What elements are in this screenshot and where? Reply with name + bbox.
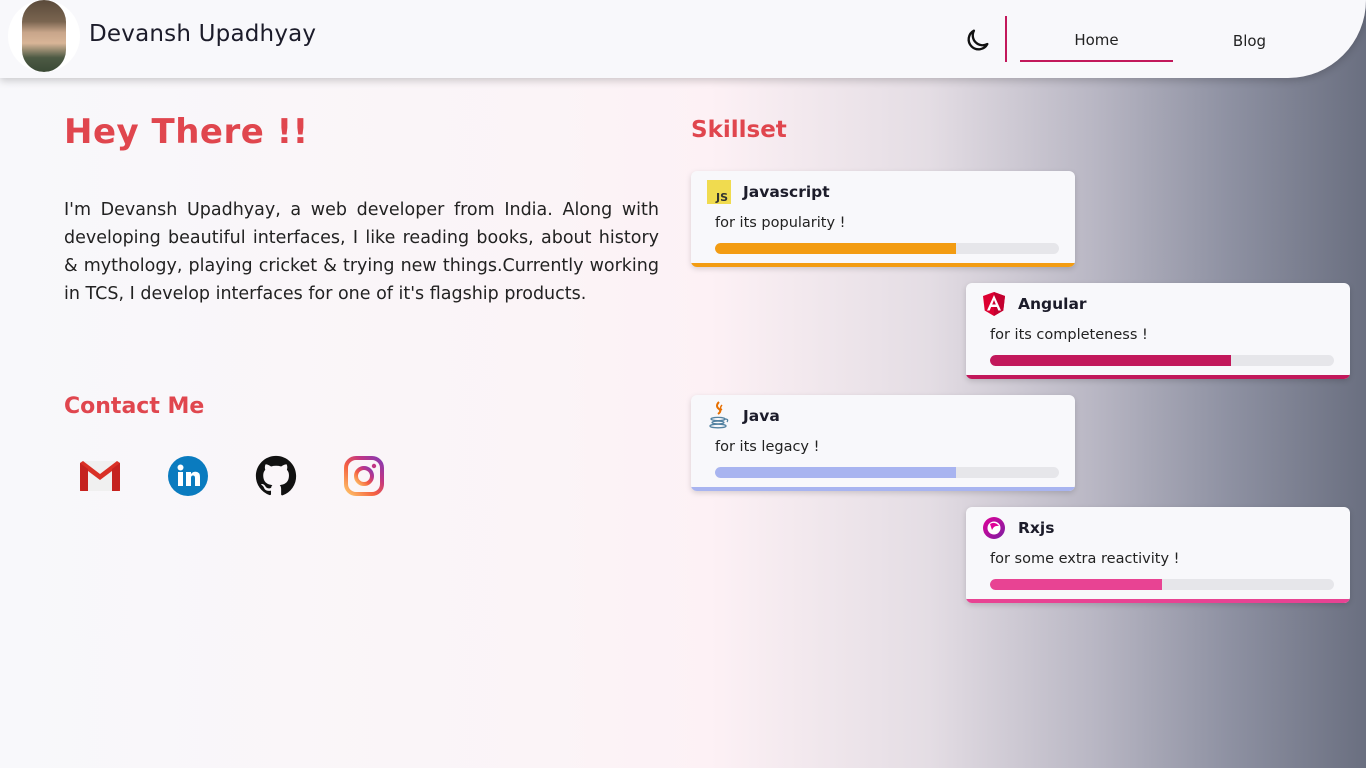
skill-progress-fill	[990, 355, 1231, 366]
linkedin-link[interactable]	[166, 454, 210, 498]
skill-accent-bar	[691, 263, 1075, 267]
skill-progress-fill	[715, 243, 956, 254]
skill-name: Angular	[1018, 295, 1087, 313]
hero-title: Hey There !!	[64, 112, 309, 152]
skill-card-javascript: JS Javascript for its popularity !	[691, 171, 1075, 267]
skill-progress-track	[715, 243, 1059, 254]
top-header: Devansh Upadhyay Home Blog	[0, 0, 1366, 78]
rxjs-icon	[981, 515, 1007, 541]
gmail-link[interactable]	[78, 454, 122, 498]
contact-title: Contact Me	[64, 394, 205, 419]
instagram-icon	[344, 456, 384, 496]
nav-blog[interactable]: Blog	[1173, 20, 1326, 62]
skill-reason: for some extra reactivity !	[990, 551, 1180, 567]
skill-accent-bar	[691, 487, 1075, 491]
linkedin-icon	[168, 456, 208, 496]
profile-photo	[22, 0, 66, 72]
skillset-title: Skillset	[691, 117, 787, 143]
site-owner-name: Devansh Upadhyay	[89, 21, 317, 47]
skill-name: Java	[743, 407, 780, 425]
avatar	[8, 0, 80, 72]
bio-paragraph: I'm Devansh Upadhyay, a web developer fr…	[64, 200, 659, 304]
skill-card-angular: Angular for its completeness !	[966, 283, 1350, 379]
skill-progress-fill	[990, 579, 1162, 590]
gmail-icon	[80, 461, 120, 491]
moon-icon	[967, 29, 989, 51]
java-icon	[706, 401, 732, 429]
svg-text:JS: JS	[715, 191, 728, 204]
github-link[interactable]	[254, 454, 298, 498]
skill-progress-track	[990, 579, 1334, 590]
angular-icon	[981, 291, 1007, 317]
skill-card-java: Java for its legacy !	[691, 395, 1075, 491]
skill-progress-track	[715, 467, 1059, 478]
skill-accent-bar	[966, 375, 1350, 379]
skill-name: Javascript	[743, 183, 830, 201]
javascript-icon: JS	[706, 179, 732, 205]
github-icon	[255, 455, 297, 496]
skill-name: Rxjs	[1018, 519, 1055, 537]
skill-accent-bar	[966, 599, 1350, 603]
theme-toggle-button[interactable]	[964, 26, 992, 54]
skill-reason: for its completeness !	[990, 327, 1148, 343]
skill-progress-fill	[715, 467, 956, 478]
header-divider	[1005, 16, 1007, 62]
instagram-link[interactable]	[342, 454, 386, 498]
nav-home[interactable]: Home	[1020, 20, 1173, 62]
skill-card-rxjs: Rxjs for some extra reactivity !	[966, 507, 1350, 603]
skill-progress-track	[990, 355, 1334, 366]
skill-reason: for its legacy !	[715, 439, 820, 455]
skill-reason: for its popularity !	[715, 215, 846, 231]
